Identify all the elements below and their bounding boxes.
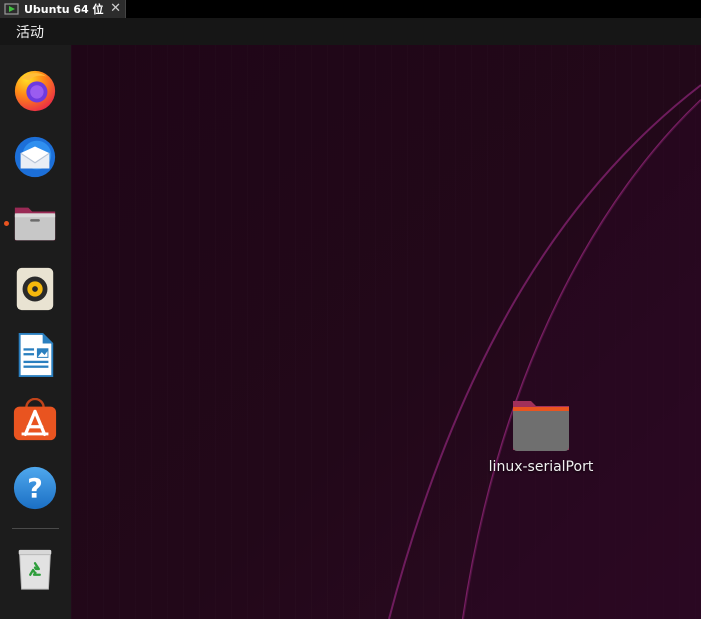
dock: ?	[0, 45, 71, 619]
dock-separator	[12, 528, 59, 529]
rhythmbox-icon	[16, 267, 54, 311]
dock-item-thunderbird[interactable]	[11, 133, 59, 181]
dock-item-help[interactable]: ?	[11, 464, 59, 512]
vm-tab-title: Ubuntu 64 位	[24, 3, 104, 16]
dock-item-rhythmbox[interactable]	[11, 265, 59, 313]
dock-item-libreoffice-writer[interactable]	[11, 331, 59, 379]
desktop-icon-label: linux-serialPort	[488, 459, 594, 475]
thunderbird-icon	[14, 136, 56, 178]
desktop-background[interactable]: linux-serialPort	[71, 45, 701, 619]
close-icon[interactable]: ✕	[110, 1, 121, 17]
dock-item-ubuntu-software[interactable]	[11, 397, 59, 445]
dock-item-files[interactable]	[11, 199, 59, 247]
files-icon	[14, 207, 56, 241]
ubuntu-software-icon	[13, 398, 57, 441]
firefox-icon	[14, 70, 56, 112]
trash-icon	[18, 549, 52, 590]
vm-tab[interactable]: Ubuntu 64 位 ✕	[0, 0, 126, 18]
top-bar: 活动	[0, 18, 701, 45]
libreoffice-writer-icon	[18, 332, 54, 378]
dock-item-firefox[interactable]	[11, 66, 59, 114]
running-indicator	[4, 221, 9, 226]
wallpaper-waves	[388, 84, 701, 619]
svg-text:?: ?	[27, 474, 43, 505]
activities-button[interactable]: 活动	[16, 22, 44, 42]
vm-tab-strip: Ubuntu 64 位 ✕	[0, 0, 701, 18]
folder-icon	[513, 401, 569, 451]
dock-item-trash[interactable]	[11, 545, 59, 593]
help-icon: ?	[13, 466, 57, 510]
desktop-folder-linux-serialport[interactable]: linux-serialPort	[483, 397, 599, 475]
vm-icon	[4, 3, 19, 15]
